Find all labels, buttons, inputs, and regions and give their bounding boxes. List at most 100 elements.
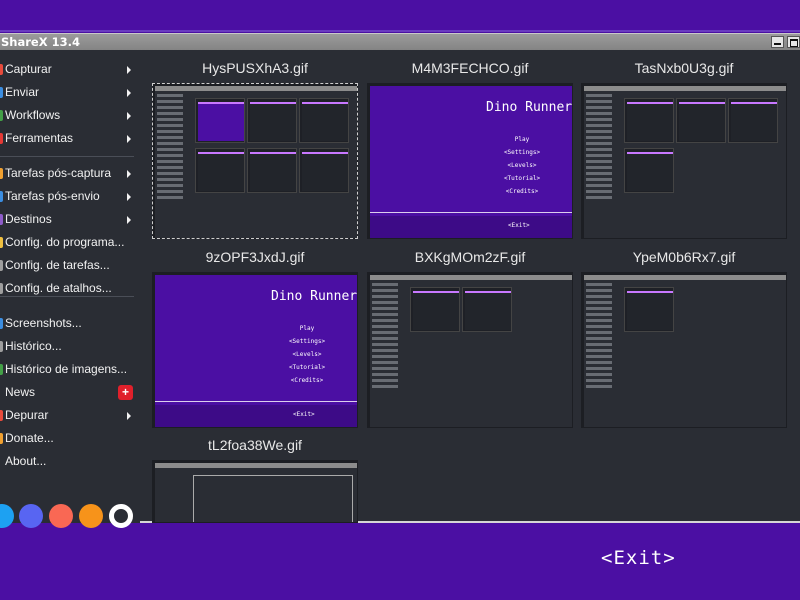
menu-item-icon — [0, 133, 3, 144]
menu-item-icon — [0, 410, 3, 421]
thumbnail-item[interactable]: Dino Runner Play <Settings> <Levels> <Tutori… — [152, 272, 358, 428]
sidebar-item-tarefas-pós-envio[interactable]: Tarefas pós-envio — [0, 185, 140, 208]
discord-icon[interactable] — [19, 504, 43, 528]
submenu-arrow-icon — [127, 112, 131, 120]
menu-item-icon — [0, 87, 3, 98]
patreon-icon[interactable] — [49, 504, 73, 528]
game-option: <Settings> — [288, 338, 326, 345]
game-title: Dino Runner — [486, 100, 572, 115]
thumbnail-item[interactable] — [152, 460, 358, 523]
thumbnail-preview — [155, 86, 357, 238]
menu-separator — [0, 296, 134, 297]
menu-item-label: Config. de tarefas... — [5, 258, 110, 272]
game-option: <Tutorial> — [288, 364, 326, 371]
menu-item-label: About... — [5, 454, 47, 468]
submenu-arrow-icon — [127, 216, 131, 224]
thumbnail-filename: HysPUSXhA3.gif — [202, 60, 308, 76]
thumbnail-item[interactable] — [581, 83, 787, 239]
thumbnail-preview — [584, 275, 786, 427]
sidebar-item-capturar[interactable]: Capturar — [0, 58, 140, 81]
menu-item-icon — [0, 64, 3, 75]
maximize-button[interactable] — [787, 36, 800, 48]
menu-item-label: News — [5, 385, 36, 399]
thumbnail-preview — [370, 275, 572, 427]
submenu-arrow-icon — [127, 135, 131, 143]
thumbnail-item[interactable] — [581, 272, 787, 428]
thumbnail-filename: tL2foa38We.gif — [208, 437, 302, 453]
exit-option[interactable]: <Exit> — [601, 547, 676, 569]
sharex-window: ShareX 13.4 Capturar Enviar Workflows Ferra… — [0, 33, 800, 528]
sidebar-item-news[interactable]: News + — [0, 381, 140, 404]
menu-item-label: Tarefas pós-captura — [5, 166, 112, 180]
game-exit-option: <Exit> — [293, 411, 315, 418]
menu-item-label: Depurar — [5, 408, 49, 422]
thumbnail-filename: BXKgMOm2zF.gif — [414, 249, 526, 265]
submenu-arrow-icon — [127, 89, 131, 97]
sidebar-item-ferramentas[interactable]: Ferramentas — [0, 127, 140, 150]
menu-item-icon — [0, 191, 3, 202]
sidebar-item-config-de-tarefas[interactable]: Config. de tarefas... — [0, 254, 140, 277]
title-bar[interactable]: ShareX 13.4 — [0, 33, 800, 50]
news-badge: + — [118, 385, 133, 400]
menu-item-label: Capturar — [5, 62, 52, 76]
menu-item-label: Ferramentas — [5, 131, 74, 145]
game-option: <Settings> — [503, 149, 541, 156]
menu-item-icon — [0, 341, 3, 352]
sidebar-item-histórico-de-imagens[interactable]: Histórico de imagens... — [0, 358, 140, 381]
menu-item-icon — [0, 433, 3, 444]
thumbnail-filename: M4M3FECHCO.gif — [411, 60, 529, 76]
menu-item-icon — [0, 214, 3, 225]
sidebar-item-workflows[interactable]: Workflows — [0, 104, 140, 127]
game-option: Play — [299, 325, 315, 332]
menu-item-icon — [0, 237, 3, 248]
sidebar-menu: Capturar Enviar Workflows Ferramentas Tarefa… — [0, 50, 140, 528]
thumbnail-filename: YpeM0b6Rx7.gif — [632, 249, 736, 265]
menu-item-icon — [0, 260, 3, 271]
game-top-band — [0, 0, 800, 32]
game-option: <Credits> — [290, 377, 324, 384]
menu-item-label: Tarefas pós-envio — [5, 189, 100, 203]
menu-item-icon — [0, 387, 3, 398]
menu-separator — [0, 156, 134, 157]
thumbnail-filename: TasNxb0U3g.gif — [634, 60, 734, 76]
bitcoin-icon[interactable] — [79, 504, 103, 528]
sidebar-item-screenshots[interactable]: Screenshots... — [0, 312, 140, 335]
window-title: ShareX 13.4 — [1, 35, 80, 49]
twitter-icon[interactable] — [0, 504, 14, 528]
menu-item-label: Enviar — [5, 85, 40, 99]
sidebar-item-histórico[interactable]: Histórico... — [0, 335, 140, 358]
game-option: <Levels> — [507, 162, 537, 169]
menu-item-label: Donate... — [5, 431, 54, 445]
submenu-arrow-icon — [127, 66, 131, 74]
thumbnail-preview — [155, 463, 357, 522]
submenu-arrow-icon — [127, 170, 131, 178]
game-preview: Dino Runner Play <Settings> <Levels> <Tutori… — [370, 86, 572, 238]
thumbnail-preview — [584, 86, 786, 238]
sidebar-item-config-do-programa[interactable]: Config. do programa... — [0, 231, 140, 254]
sidebar-item-tarefas-pós-captura[interactable]: Tarefas pós-captura — [0, 162, 140, 185]
thumbnail-item[interactable]: Dino Runner Play <Settings> <Levels> <Tutori… — [367, 83, 573, 239]
submenu-arrow-icon — [127, 193, 131, 201]
menu-item-icon — [0, 318, 3, 329]
sidebar-item-about[interactable]: About... — [0, 450, 140, 473]
menu-item-icon — [0, 364, 3, 375]
github-icon[interactable] — [109, 504, 133, 528]
menu-item-icon — [0, 168, 3, 179]
game-exit-option: <Exit> — [508, 222, 530, 229]
menu-item-label: Destinos — [5, 212, 52, 226]
menu-item-icon — [0, 283, 3, 294]
minimize-button[interactable] — [771, 36, 784, 48]
thumbnail-filename: 9zOPF3JxdJ.gif — [205, 249, 305, 265]
thumbnail-item[interactable] — [367, 272, 573, 428]
menu-item-label: Screenshots... — [5, 316, 82, 330]
sidebar-item-depurar[interactable]: Depurar — [0, 404, 140, 427]
submenu-arrow-icon — [127, 412, 131, 420]
game-title: Dino Runner — [271, 289, 357, 304]
menu-item-label: Histórico... — [5, 339, 62, 353]
game-option: Play — [514, 136, 530, 143]
sidebar-item-destinos[interactable]: Destinos — [0, 208, 140, 231]
sidebar-item-donate[interactable]: Donate... — [0, 427, 140, 450]
menu-item-label: Config. do programa... — [5, 235, 125, 249]
sidebar-item-enviar[interactable]: Enviar — [0, 81, 140, 104]
thumbnail-item[interactable] — [152, 83, 358, 239]
